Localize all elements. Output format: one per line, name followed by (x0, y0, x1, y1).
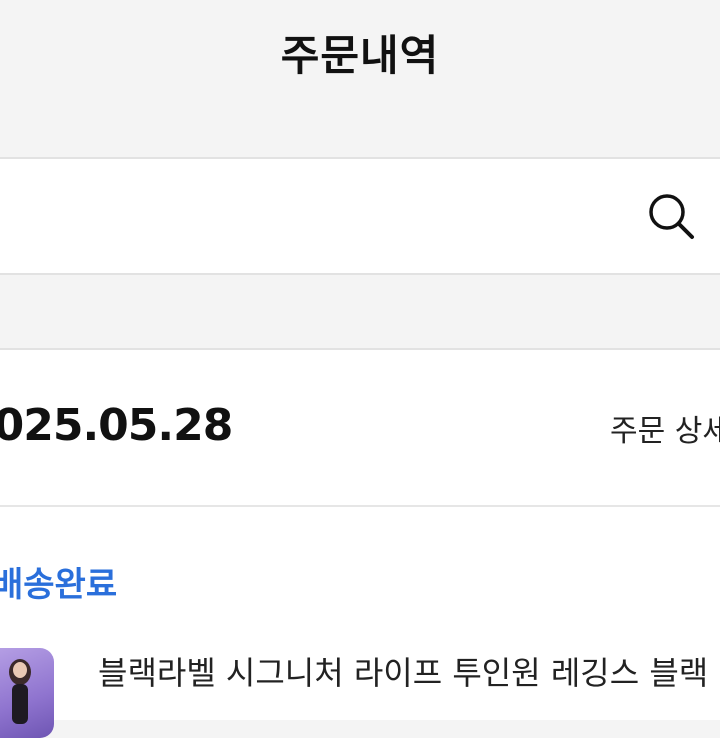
search-input[interactable] (0, 159, 600, 273)
order-detail-link[interactable]: 주문 상세 (610, 406, 720, 450)
product-thumbnail[interactable] (0, 648, 54, 738)
search-button[interactable] (640, 186, 700, 246)
app-header: 주문내역 (0, 0, 720, 157)
filter-area (0, 275, 720, 350)
order-date: 2025.05.28 (0, 400, 233, 451)
page-title: 주문내역 (280, 31, 440, 80)
search-icon (649, 194, 694, 239)
product-image (9, 659, 31, 724)
search-bar (0, 157, 720, 275)
divider (0, 505, 720, 507)
product-name[interactable]: 블랙라벨 시그니처 라이프 투인원 레깅스 블랙 (98, 648, 708, 694)
order-status: 배송완료 (0, 565, 118, 605)
